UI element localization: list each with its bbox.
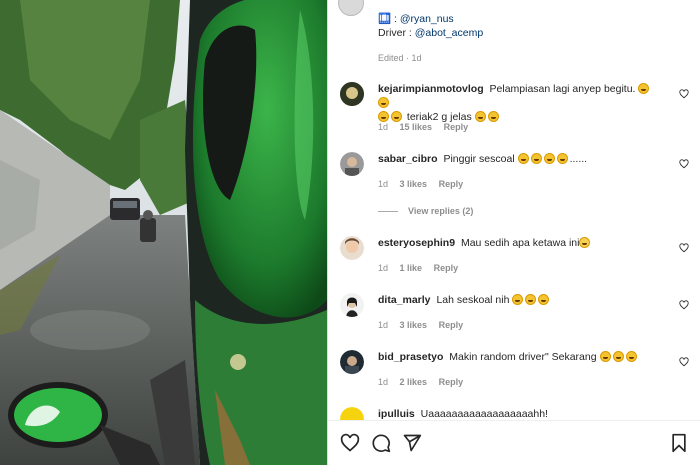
comment-time: 1d <box>378 263 389 273</box>
comments-panel: 🛄 : @ryan_nus Driver : @abot_acemp Edite… <box>327 0 700 466</box>
mention-abot-acemp[interactable]: @abot_acemp <box>415 27 483 39</box>
heart-icon[interactable] <box>340 433 360 453</box>
comment-text: bid_prasetyo Makin random driver" Sekara… <box>378 350 663 364</box>
heart-icon[interactable] <box>679 243 689 253</box>
comment-meta: 1d 3 likes Reply <box>378 320 472 330</box>
comment-body: Makin random driver" Sekarang <box>449 351 597 363</box>
commenter-avatar[interactable] <box>340 82 364 106</box>
comment-body: Uaaaaaaaaaaaaaaaaaahh! <box>420 408 548 420</box>
reply-button[interactable]: Reply <box>439 377 464 387</box>
caption-line-2: Driver : @abot_acemp <box>378 26 483 41</box>
comment-meta: 1d 1 like Reply <box>378 263 467 273</box>
caption-edited-meta: Edited · 1d <box>378 53 422 63</box>
avatar-image <box>340 152 364 176</box>
comment-text: kejarimpianmotovlog Pelampiasan lagi any… <box>378 82 663 124</box>
comment-body: Pinggir sescoal <box>443 153 515 165</box>
laughing-emoji-icon <box>378 97 389 108</box>
comment-meta: 1d 2 likes Reply <box>378 377 472 387</box>
laughing-emoji-icon <box>538 294 550 305</box>
comment-body: Pelampiasan lagi anyep begitu. <box>489 83 636 95</box>
mention-ryan-nus[interactable]: @ryan_nus <box>400 13 454 25</box>
laughing-emoji-icon <box>487 111 499 122</box>
author-avatar[interactable] <box>338 0 364 16</box>
avatar-image <box>340 236 364 260</box>
avatar-image <box>340 293 364 317</box>
comment-likes[interactable]: 3 likes <box>400 320 428 330</box>
caption-line-1: 🛄 : @ryan_nus <box>378 12 454 27</box>
laughing-emoji-icon <box>474 111 486 122</box>
avatar-image <box>340 82 364 106</box>
replies-divider <box>378 211 398 213</box>
comment-meta: 1d 15 likes Reply <box>378 122 477 132</box>
laughing-emoji-icon <box>599 351 611 362</box>
comment-meta: 1d 3 likes Reply <box>378 179 472 189</box>
heart-icon[interactable] <box>679 159 689 169</box>
share-icon[interactable] <box>402 433 422 453</box>
comment-item: kejarimpianmotovlog Pelampiasan lagi any… <box>328 82 700 140</box>
bookmark-icon[interactable] <box>669 433 689 453</box>
laughing-emoji-icon <box>556 153 568 164</box>
view-replies-button[interactable]: View replies (2) <box>378 206 473 216</box>
laughing-emoji-icon <box>517 153 529 164</box>
comment-item: sabar_cibro Pinggir sescoal ...... 1d 3 … <box>328 152 700 210</box>
laughing-emoji-icon <box>543 153 555 164</box>
comment-text: ipulluis Uaaaaaaaaaaaaaaaaaahh! <box>378 407 663 421</box>
laughing-emoji-icon <box>612 351 624 362</box>
comment-username[interactable]: dita_marly <box>378 294 431 306</box>
avatar-image <box>340 350 364 374</box>
comment-time: 1d <box>378 377 389 387</box>
commenter-avatar[interactable] <box>340 152 364 176</box>
comment-likes[interactable]: 3 likes <box>400 179 428 189</box>
caption-line-1-prefix: 🛄 : <box>378 13 400 25</box>
reply-button[interactable]: Reply <box>444 122 469 132</box>
street-scene-image <box>0 0 327 465</box>
view-replies-label: View replies (2) <box>408 206 474 216</box>
comment-icon[interactable] <box>371 433 391 453</box>
comment-time: 1d <box>378 179 389 189</box>
laughing-emoji-icon <box>391 111 402 122</box>
reply-button[interactable]: Reply <box>439 179 464 189</box>
comment-body-tail: ...... <box>569 153 588 165</box>
laughing-emoji-icon <box>512 294 524 305</box>
heart-icon[interactable] <box>679 357 689 367</box>
comment-text: dita_marly Lah seskoal nih <box>378 293 663 307</box>
comment-username[interactable]: ipulluis <box>378 408 415 420</box>
laughing-emoji-icon <box>525 294 537 305</box>
commenter-avatar[interactable] <box>340 236 364 260</box>
crying-laughing-emoji-icon <box>579 237 591 248</box>
comment-username[interactable]: esteryosephin9 <box>378 237 455 249</box>
comment-text: esteryosephin9 Mau sedih apa ketawa ini <box>378 236 663 250</box>
commenter-avatar[interactable] <box>340 350 364 374</box>
commenter-avatar[interactable] <box>340 293 364 317</box>
laughing-emoji-icon <box>530 153 542 164</box>
post-action-bar <box>328 420 700 466</box>
laughing-emoji-icon <box>638 83 650 94</box>
caption-line-2-prefix: Driver : <box>378 27 415 39</box>
comment-text: sabar_cibro Pinggir sescoal ...... <box>378 152 663 166</box>
comment-item: bid_prasetyo Makin random driver" Sekara… <box>328 350 700 408</box>
comment-username[interactable]: bid_prasetyo <box>378 351 443 363</box>
comment-likes[interactable]: 2 likes <box>400 377 428 387</box>
comment-time: 1d <box>378 122 389 132</box>
comment-item: esteryosephin9 Mau sedih apa ketawa ini … <box>328 236 700 294</box>
comment-likes[interactable]: 1 like <box>400 263 423 273</box>
comment-likes[interactable]: 15 likes <box>400 122 433 132</box>
comment-time: 1d <box>378 320 389 330</box>
reply-button[interactable]: Reply <box>434 263 459 273</box>
laughing-emoji-icon <box>378 111 389 122</box>
heart-icon[interactable] <box>679 89 689 99</box>
comment-item: dita_marly Lah seskoal nih 1d 3 likes Re… <box>328 293 700 351</box>
post-media[interactable] <box>0 0 327 465</box>
comment-body: Lah seskoal nih <box>436 294 510 306</box>
comment-body: Mau sedih apa ketawa ini <box>460 237 580 249</box>
comment-username[interactable]: sabar_cibro <box>378 153 438 165</box>
reply-button[interactable]: Reply <box>439 320 464 330</box>
laughing-emoji-icon <box>625 351 637 362</box>
comment-username[interactable]: kejarimpianmotovlog <box>378 83 484 95</box>
heart-icon[interactable] <box>679 300 689 310</box>
